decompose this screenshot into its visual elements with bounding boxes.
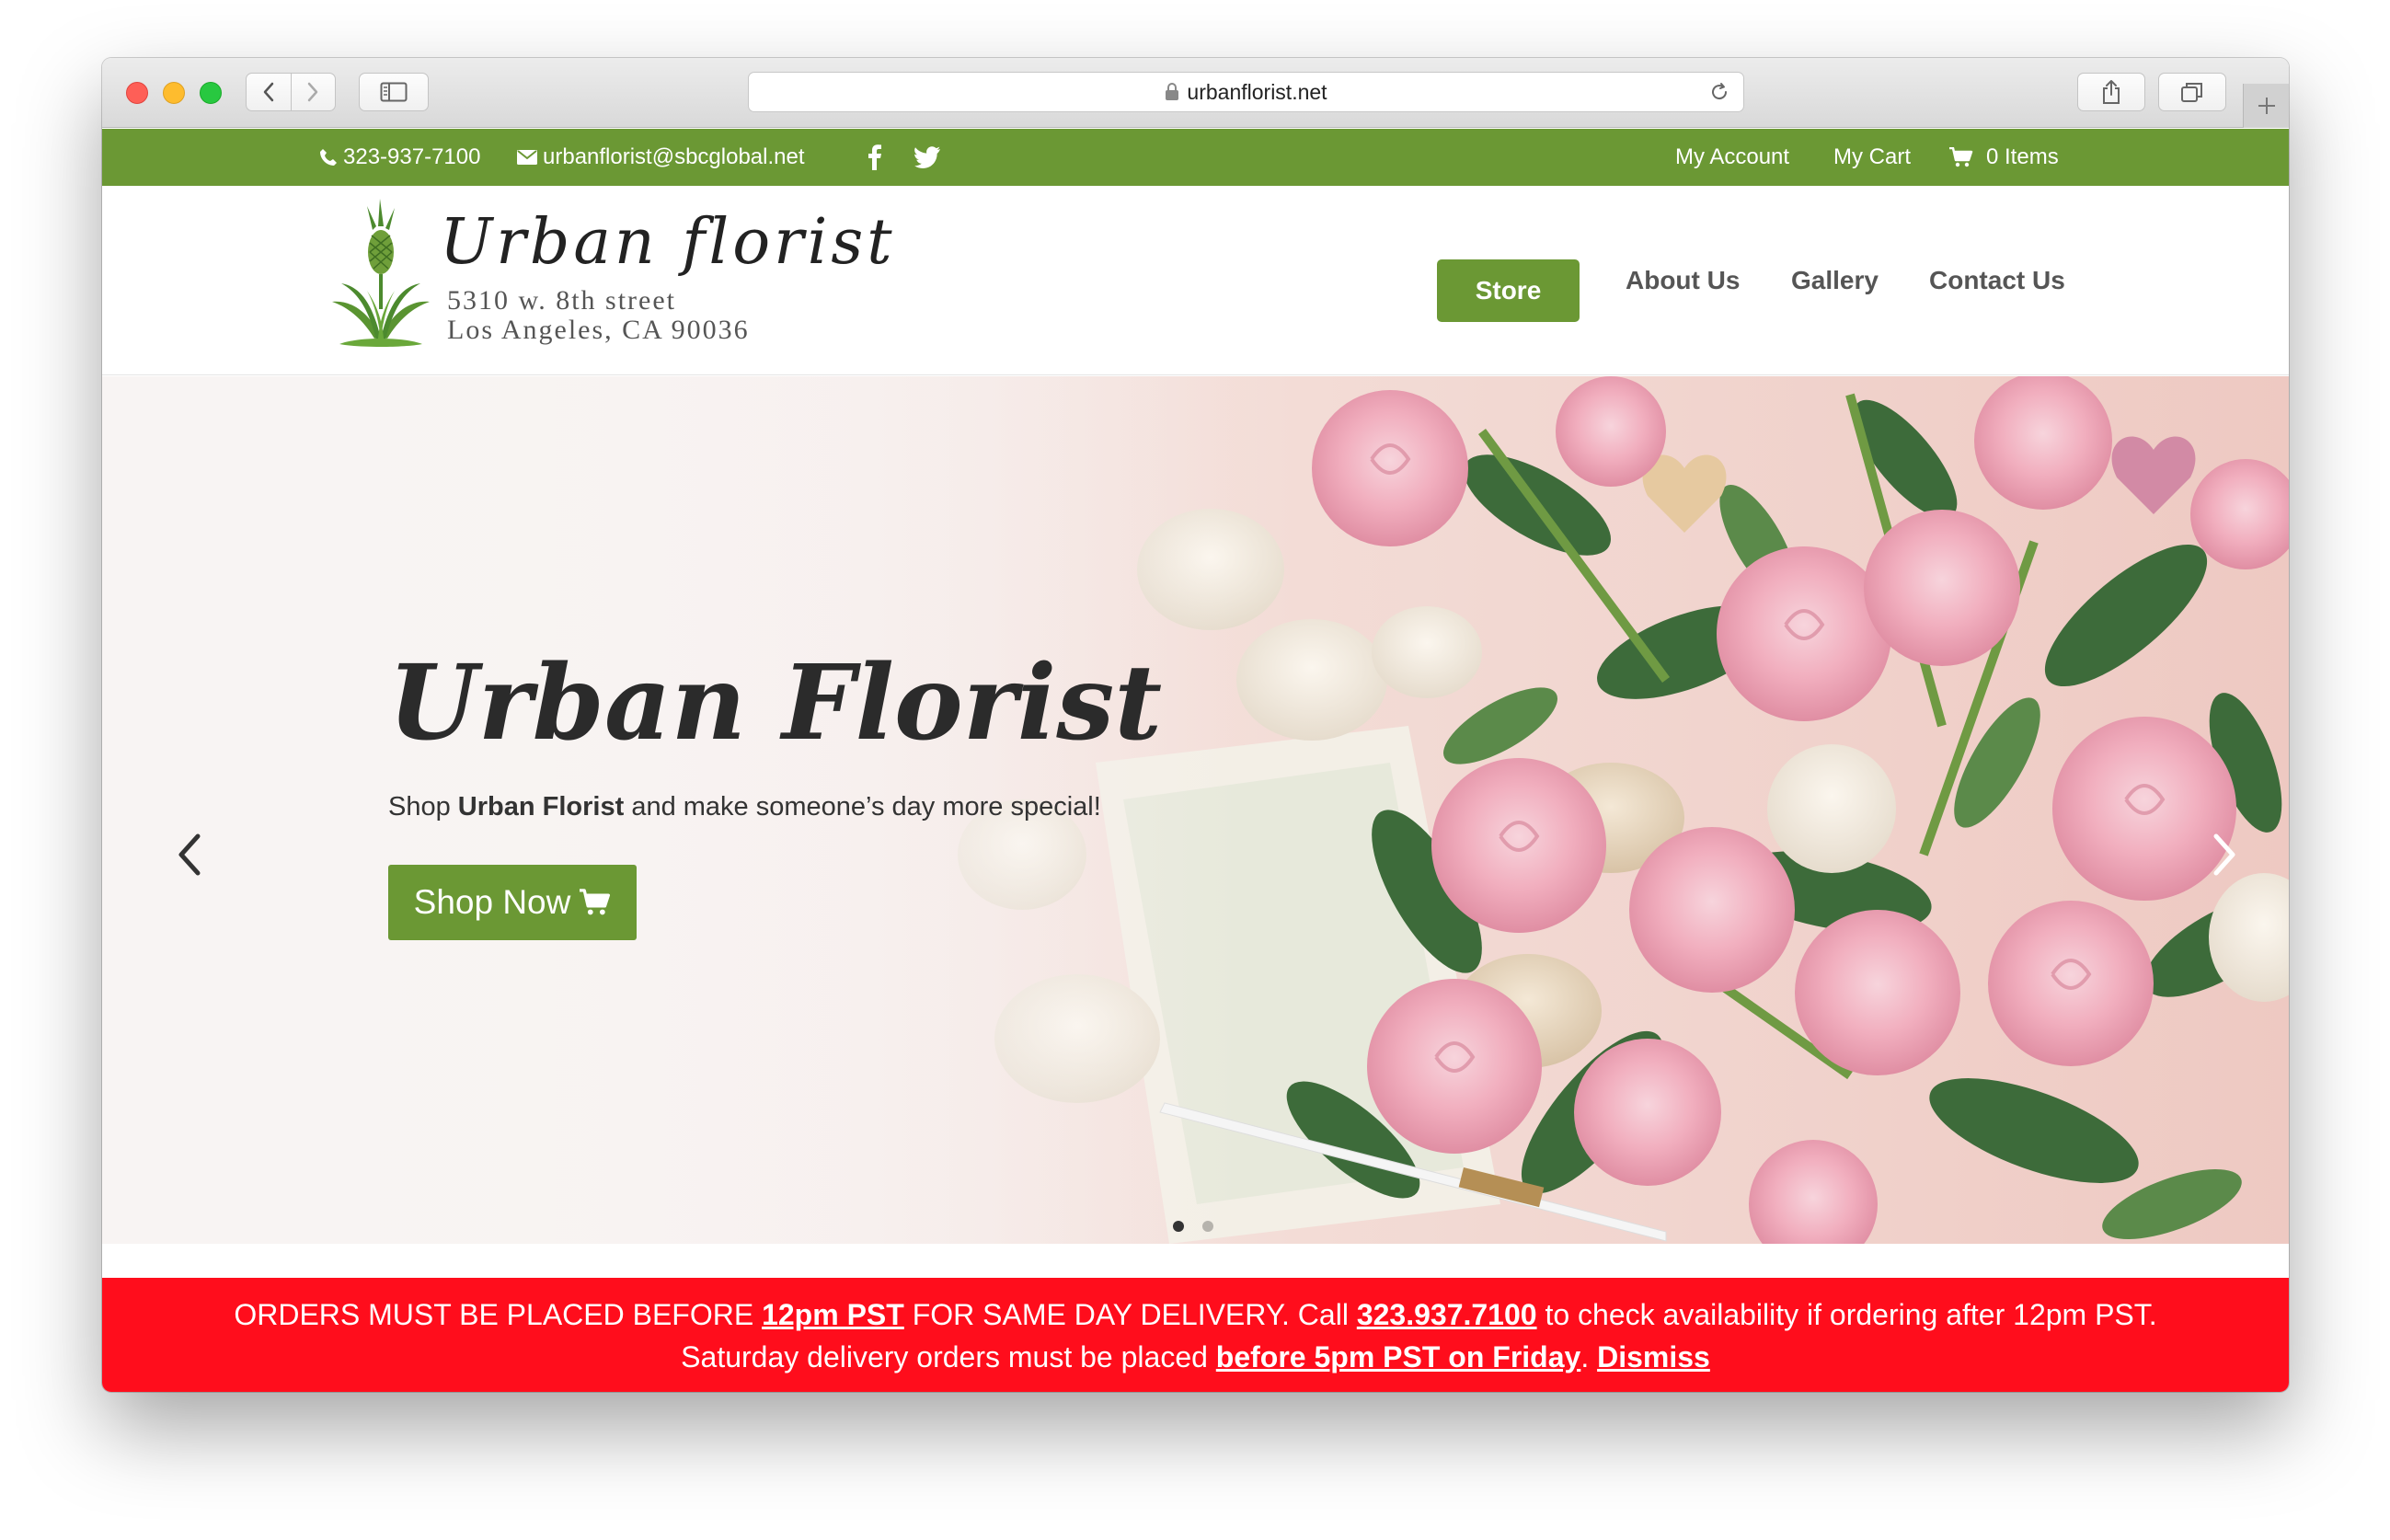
slider-dot-2[interactable]	[1202, 1221, 1213, 1232]
reload-icon[interactable]	[1708, 81, 1730, 103]
tabs-icon	[2181, 83, 2202, 102]
facebook-icon	[868, 144, 881, 170]
address-bar[interactable]: urbanflorist.net	[748, 72, 1744, 112]
browser-window: urbanflorist.net 323-937-7100 urbanflori…	[102, 58, 2289, 1392]
notice-text: ORDERS MUST BE PLACED BEFORE	[234, 1298, 763, 1331]
cart-icon	[580, 889, 611, 915]
nav-about-us[interactable]: About Us	[1626, 186, 1740, 375]
chevron-left-icon	[263, 82, 274, 102]
top-info-bar: 323-937-7100 urbanflorist@sbcglobal.net …	[102, 129, 2289, 186]
plus-icon	[2258, 98, 2275, 114]
slider-dot-1[interactable]	[1173, 1221, 1184, 1232]
twitter-icon	[914, 146, 940, 168]
share-button[interactable]	[2077, 73, 2145, 111]
close-window-button[interactable]	[126, 82, 148, 104]
sidebar-icon	[380, 82, 408, 102]
phone-link[interactable]: 323-937-7100	[319, 129, 480, 186]
nav-gallery[interactable]: Gallery	[1791, 186, 1879, 375]
notice-dismiss-link[interactable]: Dismiss	[1597, 1340, 1710, 1373]
notice-saturday-cutoff: before 5pm PST on Friday	[1215, 1340, 1581, 1373]
my-account-text: My Account	[1675, 144, 1790, 169]
phone-text: 323-937-7100	[343, 144, 481, 169]
notice-phone-link[interactable]: 323.937.7100	[1357, 1298, 1537, 1331]
email-text: urbanflorist@sbcglobal.net	[543, 144, 805, 169]
notice-text: .	[1580, 1340, 1598, 1373]
forward-button[interactable]	[290, 74, 335, 110]
shop-now-label: Shop Now	[413, 883, 571, 921]
hero-subtitle-prefix: Shop	[388, 792, 458, 822]
pineapple-plant-logo[interactable]	[330, 199, 431, 360]
hero-title: Urban Florist	[388, 643, 1163, 764]
shop-now-button[interactable]: Shop Now	[388, 865, 637, 940]
site-header: Urban florist 5310 w. 8th street Los Ang…	[102, 186, 2289, 375]
my-account-link[interactable]: My Account	[1675, 129, 1789, 186]
url-text: urbanflorist.net	[1187, 79, 1327, 104]
slider-prev-button[interactable]	[171, 827, 208, 882]
logo-address-line2: Los Angeles, CA 90036	[447, 315, 750, 345]
notice-text: FOR SAME DAY DELIVERY. Call	[903, 1298, 1357, 1331]
logo-address-line1: 5310 w. 8th street	[447, 285, 677, 316]
phone-icon	[320, 149, 337, 166]
sidebar-toggle-button[interactable]	[359, 73, 429, 111]
chevron-left-icon	[178, 833, 201, 876]
notice-line-1: ORDERS MUST BE PLACED BEFORE 12pm PST FO…	[102, 1298, 2289, 1332]
notice-cutoff-time: 12pm PST	[762, 1298, 904, 1331]
minimize-window-button[interactable]	[163, 82, 185, 104]
facebook-link[interactable]	[868, 129, 887, 186]
tab-overview-button[interactable]	[2158, 73, 2226, 111]
hero-subtitle-bold: Urban Florist	[457, 792, 625, 822]
notice-text: Saturday delivery orders must be placed	[681, 1340, 1216, 1373]
zoom-window-button[interactable]	[200, 82, 222, 104]
cart-items-text: 0 Items	[1986, 144, 2059, 169]
chevron-right-icon	[2213, 833, 2235, 876]
share-icon	[2103, 80, 2120, 104]
delivery-notice-bar: ORDERS MUST BE PLACED BEFORE 12pm PST FO…	[102, 1278, 2289, 1392]
hero-subtitle: Shop Urban Florist and make someone’s da…	[388, 792, 1101, 822]
slider-next-button[interactable]	[2206, 827, 2243, 882]
hero-subtitle-suffix: and make someone’s day more special!	[624, 792, 1101, 822]
my-cart-text: My Cart	[1833, 144, 1911, 169]
new-tab-button[interactable]	[2243, 84, 2289, 128]
envelope-icon	[517, 150, 537, 165]
my-cart-link[interactable]: My Cart	[1833, 129, 1911, 186]
lock-icon	[1165, 83, 1179, 101]
nav-store-button[interactable]: Store	[1437, 259, 1580, 322]
cart-icon	[1949, 147, 1973, 167]
email-link[interactable]: urbanflorist@sbcglobal.net	[517, 129, 805, 186]
twitter-link[interactable]	[914, 129, 946, 186]
hero-slider: Urban Florist Shop Urban Florist and mak…	[102, 376, 2289, 1244]
chevron-right-icon	[308, 82, 318, 102]
back-forward-group	[246, 73, 336, 111]
slider-dots	[1173, 1221, 1213, 1232]
browser-toolbar: urbanflorist.net	[102, 58, 2289, 128]
cart-items-link[interactable]: 0 Items	[1949, 129, 2059, 186]
back-button[interactable]	[247, 74, 291, 110]
notice-line-2: Saturday delivery orders must be placed …	[102, 1340, 2289, 1374]
notice-text: to check availability if ordering after …	[1536, 1298, 2157, 1331]
logo-title[interactable]: Urban florist	[440, 206, 896, 279]
nav-contact-us[interactable]: Contact Us	[1929, 186, 2065, 375]
